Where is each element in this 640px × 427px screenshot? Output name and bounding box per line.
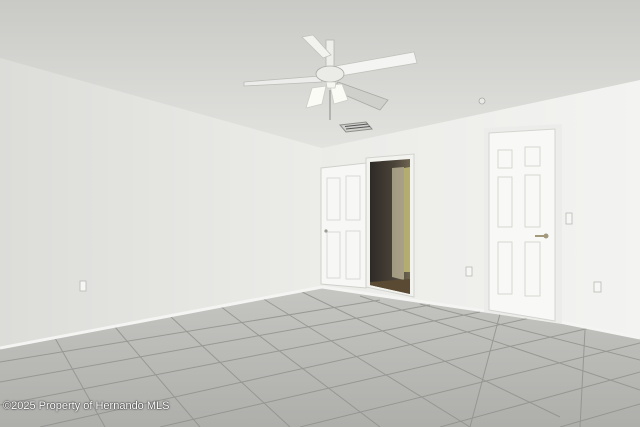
wall-outlet-left	[79, 280, 87, 292]
closed-door	[484, 124, 562, 324]
smoke-detector	[478, 97, 486, 105]
open-doorway	[365, 153, 415, 298]
wall-outlet-right	[593, 281, 602, 293]
open-door	[320, 162, 367, 289]
light-switch	[565, 212, 573, 225]
wall-outlet-back	[465, 266, 473, 277]
room-photo: ©2025 Property of Hernando MLS	[0, 0, 640, 427]
copyright-watermark: ©2025 Property of Hernando MLS	[3, 400, 170, 412]
